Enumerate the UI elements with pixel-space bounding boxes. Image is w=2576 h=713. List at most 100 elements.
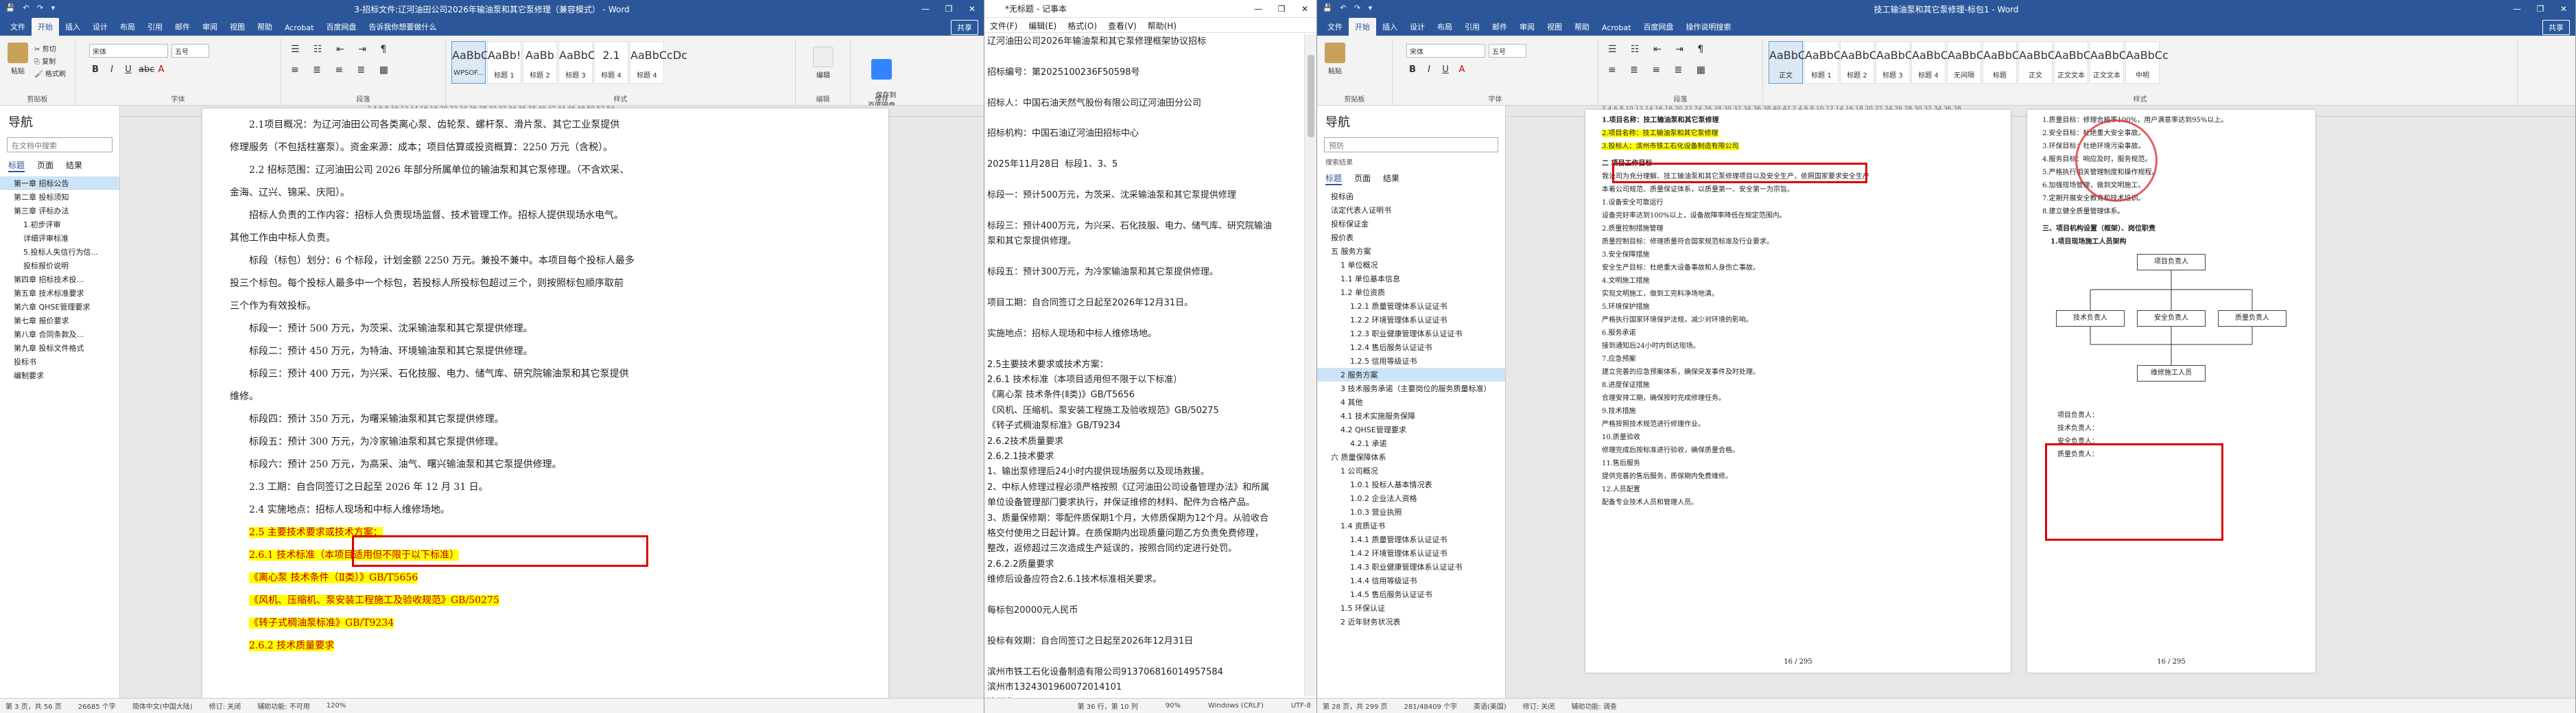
- nav-item[interactable]: 4.1 技术实施服务保障: [1317, 409, 1505, 423]
- style-item[interactable]: AaBbCcDc WPSOF...: [451, 41, 509, 84]
- ribbon-tab[interactable]: 插入: [1376, 18, 1404, 36]
- nav-item[interactable]: 1.4.1 质量管理体系认证证书: [1317, 533, 1505, 546]
- nav-item[interactable]: 5.投标人失信行为信...: [0, 245, 119, 259]
- share-button[interactable]: 共享: [951, 20, 978, 35]
- paste-button[interactable]: 粘贴: [1323, 43, 1347, 75]
- ribbon-tab[interactable]: 开始: [1349, 18, 1376, 36]
- nav-item[interactable]: 第一章 招标公告: [0, 176, 119, 190]
- ribbon-tab[interactable]: 邮件: [1486, 18, 1513, 36]
- nav-tab[interactable]: 页面: [37, 159, 54, 172]
- ribbon-tab[interactable]: Acrobat: [1596, 20, 1637, 36]
- nav-item[interactable]: 投标保证金: [1317, 217, 1505, 231]
- nav-item[interactable]: 投标书: [0, 355, 119, 369]
- nav-search-input[interactable]: 预防: [1324, 137, 1498, 152]
- nav-item[interactable]: 3 技术服务承诺（主要岗位的服务质量标准）: [1317, 382, 1505, 395]
- ribbon-tab[interactable]: 审阅: [196, 18, 224, 36]
- align-buttons[interactable]: ≡ ≣ ≡ ≣ ▦: [291, 65, 394, 75]
- nav-item[interactable]: 1.2.5 信用等级证书: [1317, 354, 1505, 368]
- close-button[interactable]: ✕: [960, 0, 984, 18]
- nav-tab[interactable]: 标题: [1325, 172, 1343, 185]
- style-item[interactable]: AaBbCcDc 标题 4: [630, 41, 687, 84]
- nav-item[interactable]: 1.5 环保认证: [1317, 601, 1505, 615]
- vertical-scrollbar[interactable]: [1304, 34, 1316, 697]
- notepad-text-area[interactable]: 辽河油田公司2026年输油泵和其它泵修理框架协议招标 招标编号：第2025100…: [987, 34, 1301, 713]
- close-button[interactable]: ✕: [2552, 0, 2575, 18]
- minimize-button[interactable]: —: [914, 0, 937, 18]
- nav-tab[interactable]: 结果: [66, 159, 82, 172]
- maximize-button[interactable]: ❐: [2529, 0, 2552, 18]
- nav-item[interactable]: 1.0.2 企业法人资格: [1317, 491, 1505, 505]
- paste-button[interactable]: 粘贴: [5, 43, 30, 75]
- style-item[interactable]: AaBbCcDc 无间隔: [1947, 41, 2005, 84]
- menu-item[interactable]: 查看(V): [1108, 20, 1137, 31]
- nav-search-input[interactable]: 在文档中搜索: [7, 137, 113, 152]
- ribbon-tab[interactable]: 帮助: [1568, 18, 1596, 36]
- nav-item[interactable]: 六 质量保障体系: [1317, 450, 1505, 464]
- ribbon-tab[interactable]: 邮件: [169, 18, 196, 36]
- font-size-select[interactable]: 五号: [172, 44, 209, 58]
- ribbon-tab[interactable]: 百度网盘: [1637, 18, 1679, 36]
- scroll-thumb[interactable]: [1308, 55, 1314, 137]
- document-page-right[interactable]: 1.质量目标：修理合格率100%，用户满意率达到95%以上。 2.安全目标：杜绝重…: [2027, 110, 2315, 673]
- ribbon-tab[interactable]: 文件: [1321, 18, 1349, 36]
- nav-item[interactable]: 投标报价说明: [0, 259, 119, 272]
- ribbon-tab[interactable]: 文件: [4, 18, 32, 36]
- nav-tab[interactable]: 页面: [1354, 172, 1371, 185]
- nav-item[interactable]: 详细评审标准: [0, 231, 119, 245]
- underline-button[interactable]: U: [1439, 65, 1452, 75]
- nav-item[interactable]: 4 其他: [1317, 395, 1505, 409]
- minimize-button[interactable]: —: [2505, 0, 2529, 18]
- italic-button[interactable]: I: [1423, 65, 1435, 75]
- nav-item[interactable]: 1.2 单位资质: [1317, 285, 1505, 299]
- ribbon-tab[interactable]: 布局: [114, 18, 141, 36]
- document-page-left[interactable]: 1.项目名称：技工输油泵和其它泵修理 2.项目名称：技工输油泵和其它泵修理 3.…: [1585, 110, 2011, 673]
- bold-button[interactable]: B: [89, 65, 102, 75]
- style-item[interactable]: 2.1 标题 4: [594, 41, 628, 84]
- style-item[interactable]: AaBb 标题 2: [523, 41, 557, 84]
- nav-item[interactable]: 1 单位概况: [1317, 258, 1505, 272]
- nav-item[interactable]: 第二章 投标须知: [0, 190, 119, 204]
- nav-item[interactable]: 1.4 资质证书: [1317, 519, 1505, 533]
- nav-item[interactable]: 4.2 QHSE管理要求: [1317, 423, 1505, 436]
- nav-item[interactable]: 第八章 合同条款及...: [0, 327, 119, 341]
- font-color-button[interactable]: A: [155, 65, 167, 75]
- nav-item[interactable]: 第七章 报价要求: [0, 314, 119, 327]
- nav-item[interactable]: 1.2.1 质量管理体系认证证书: [1317, 299, 1505, 313]
- status-item[interactable]: 辅助功能: 不可用: [257, 701, 310, 711]
- paragraph-buttons[interactable]: ☰ ☷ ⇤ ⇥ ¶: [1608, 44, 1709, 55]
- font-size-select[interactable]: 五号: [1489, 44, 1526, 58]
- nav-item[interactable]: 4.2.1 承诺: [1317, 436, 1505, 450]
- nav-item[interactable]: 第四章 招标技术投...: [0, 272, 119, 286]
- status-item[interactable]: 辅助功能: 调查: [1571, 701, 1617, 711]
- nav-item[interactable]: 第六章 QHSE管理要求: [0, 300, 119, 314]
- nav-item[interactable]: 投标函: [1317, 189, 1505, 203]
- nav-item[interactable]: 1.2.3 职业健康管理体系认证证书: [1317, 327, 1505, 340]
- ribbon-tab[interactable]: 帮助: [251, 18, 279, 36]
- style-item[interactable]: AaBbCc 标题 1: [1804, 41, 1847, 84]
- nav-item[interactable]: 1.2.2 环境管理体系认证证书: [1317, 313, 1505, 327]
- status-item[interactable]: 120%: [327, 702, 346, 710]
- nav-item[interactable]: 1.1 单位基本信息: [1317, 272, 1505, 285]
- nav-item[interactable]: 2 服务方案: [1317, 368, 1505, 382]
- nav-item[interactable]: 1.0.1 投标人基本情况表: [1317, 478, 1505, 491]
- ribbon-tab[interactable]: 引用: [141, 18, 169, 36]
- nav-item[interactable]: 1.4.4 信用等级证书: [1317, 574, 1505, 587]
- ribbon-tab[interactable]: 操作说明搜索: [1679, 18, 1737, 36]
- nav-tab[interactable]: 标题: [8, 159, 25, 172]
- ribbon-tab[interactable]: 视图: [224, 18, 251, 36]
- style-item[interactable]: AaBbCc 标题 3: [558, 41, 602, 84]
- nav-item[interactable]: 2 近年财务状况表: [1317, 615, 1505, 629]
- nav-item[interactable]: 第五章 技术标准要求: [0, 286, 119, 300]
- quick-access-toolbar[interactable]: 💾 ↶ ↷ ▾: [1323, 3, 1375, 12]
- nav-item[interactable]: 1 公司概况: [1317, 464, 1505, 478]
- menu-item[interactable]: 格式(O): [1067, 20, 1097, 31]
- document-page[interactable]: 2.1项目概况：为辽河油田公司各类离心泵、齿轮泵、螺杆泵、滑片泵、其它工业泵提供…: [202, 108, 888, 698]
- quick-access-toolbar[interactable]: 💾 ↶ ↷ ▾: [5, 3, 58, 12]
- ribbon-tab[interactable]: 引用: [1458, 18, 1486, 36]
- nav-item[interactable]: 编制要求: [0, 369, 119, 382]
- underline-button[interactable]: U: [122, 65, 134, 75]
- status-item[interactable]: 修订: 关闭: [209, 701, 241, 711]
- nav-item[interactable]: 1.0.3 营业执照: [1317, 505, 1505, 519]
- ribbon-tab[interactable]: 视图: [1541, 18, 1568, 36]
- style-item[interactable]: AaBbCcDc 正文文本: [2054, 41, 2112, 84]
